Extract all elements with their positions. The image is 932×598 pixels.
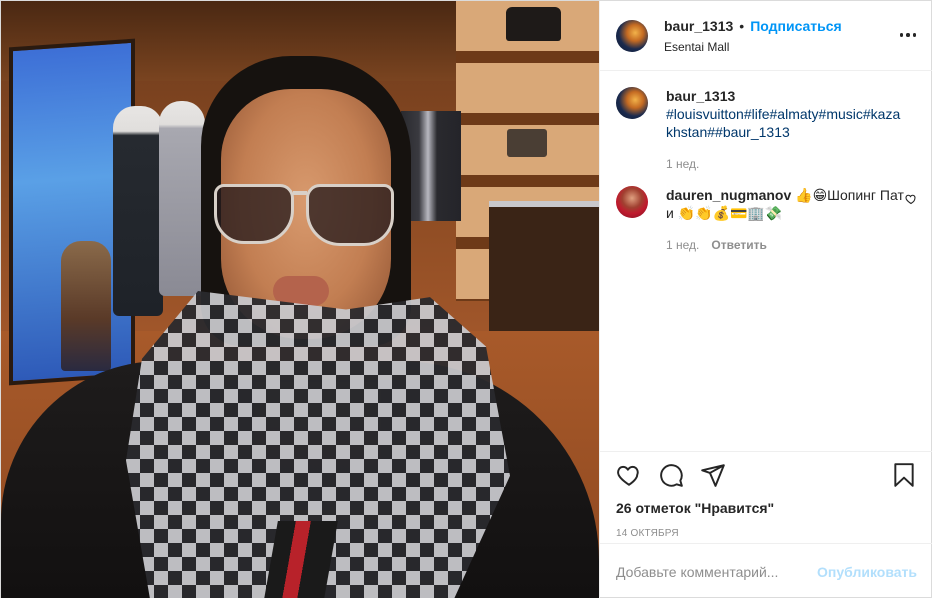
caption-username[interactable]: baur_1313	[666, 88, 735, 104]
photo-sunglasses-left-lens	[214, 184, 294, 244]
comment-item: dauren_nugmanov 👍😁Шопинг Пати 👏👏💰💳🏢💸 1 н…	[616, 186, 917, 252]
comment-time[interactable]: 1 нед.	[666, 238, 699, 252]
photo-sunglasses-bridge	[293, 191, 307, 195]
author-row: baur_1313 • Подписаться	[664, 18, 842, 34]
commenter-avatar[interactable]	[616, 186, 648, 218]
comment-meta: 1 нед. Ответить	[666, 238, 906, 252]
photo-display-counter	[489, 201, 599, 331]
photo-sunglasses-right-lens	[306, 184, 394, 246]
more-dot	[906, 33, 910, 37]
caption-avatar[interactable]	[616, 87, 648, 119]
caption-meta: 1 нед.	[666, 157, 906, 171]
instagram-post: baur_1313 • Подписаться Esentai Mall bau…	[0, 0, 932, 598]
photo-mannequin-right	[159, 101, 205, 296]
commenter-username[interactable]: dauren_nugmanov	[666, 187, 791, 203]
caption-text-block: baur_1313 #louisvuitton#life#almaty#musi…	[666, 87, 906, 141]
follow-button[interactable]: Подписаться	[750, 18, 842, 34]
caption-hashtags[interactable]: #louisvuitton#life#almaty#music#kazakhst…	[666, 106, 900, 140]
comments-list[interactable]: baur_1313 #louisvuitton#life#almaty#musi…	[600, 71, 932, 451]
bookmark-icon[interactable]	[891, 462, 917, 488]
post-location[interactable]: Esentai Mall	[664, 40, 842, 54]
share-icon[interactable]	[700, 462, 726, 488]
caption-body: baur_1313 #louisvuitton#life#almaty#musi…	[666, 87, 906, 171]
photo-bag-middle	[507, 129, 547, 157]
likes-count[interactable]: 26 отметок "Нравится"	[616, 500, 917, 516]
comment-like-heart-icon[interactable]	[905, 192, 917, 205]
post-date[interactable]: 14 октября	[616, 528, 917, 539]
post-header: baur_1313 • Подписаться Esentai Mall	[600, 1, 932, 71]
comment-body: dauren_nugmanov 👍😁Шопинг Пати 👏👏💰💳🏢💸 1 н…	[666, 186, 906, 252]
author-username[interactable]: baur_1313	[664, 18, 733, 34]
caption-item: baur_1313 #louisvuitton#life#almaty#musi…	[616, 87, 917, 171]
heart-icon[interactable]	[616, 462, 642, 488]
post-photo[interactable]	[1, 1, 599, 598]
photo-mannequin-left	[113, 106, 163, 316]
more-options-icon[interactable]	[899, 25, 917, 45]
author-avatar[interactable]	[616, 19, 648, 52]
comment-icon[interactable]	[658, 462, 684, 488]
separator-dot: •	[739, 17, 745, 34]
action-icons	[616, 462, 917, 488]
more-dot	[899, 33, 904, 37]
comment-input[interactable]	[616, 563, 818, 580]
caption-time[interactable]: 1 нед.	[666, 157, 699, 171]
comment-text-block: dauren_nugmanov 👍😁Шопинг Пати 👏👏💰💳🏢💸	[666, 186, 906, 222]
photo-screen-figure	[61, 241, 111, 371]
post-actions: 26 отметок "Нравится" 14 октября	[600, 451, 932, 539]
add-comment-bar: Опубликовать	[600, 543, 932, 598]
author-info: baur_1313 • Подписаться Esentai Mall	[664, 18, 842, 54]
reply-button[interactable]: Ответить	[711, 238, 766, 252]
publish-button[interactable]: Опубликовать	[817, 564, 917, 580]
post-side-panel: baur_1313 • Подписаться Esentai Mall bau…	[599, 1, 932, 598]
more-dot	[912, 33, 917, 37]
photo-bag-top	[506, 7, 561, 41]
